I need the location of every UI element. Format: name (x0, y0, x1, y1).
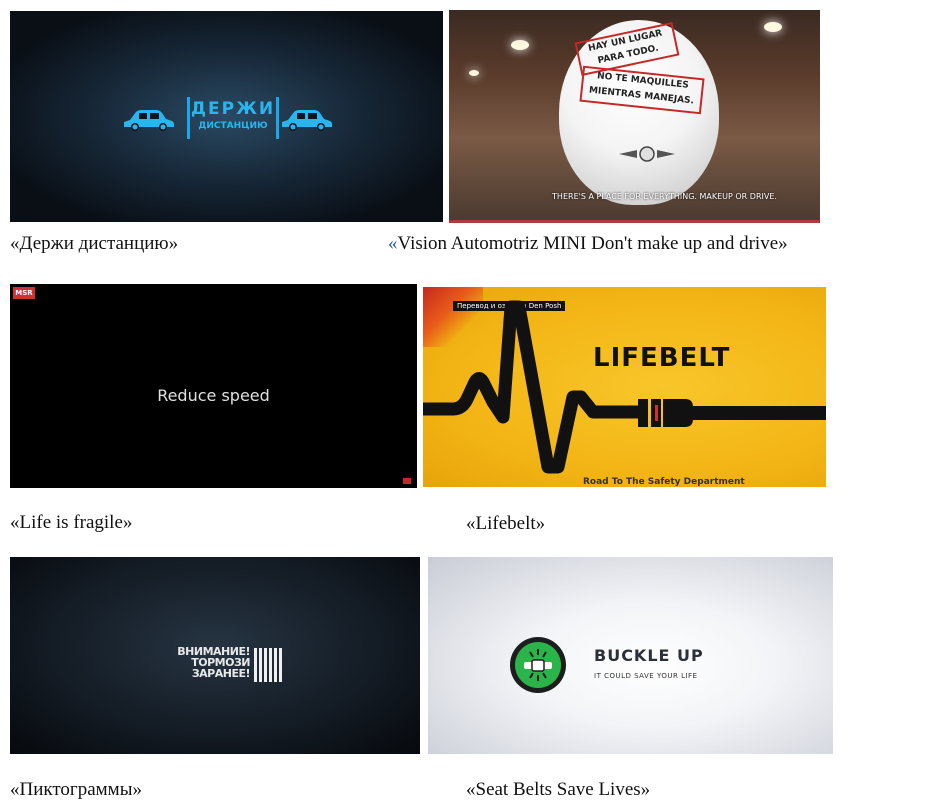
buckle-circle-icon (510, 637, 566, 693)
video-subtitle: THERE'S A PLACE FOR EVERYTHING. MAKEUP O… (552, 192, 777, 201)
corner-badge (403, 478, 411, 484)
buckle-up-title: BUCKLE UP (594, 646, 704, 665)
buckle-icon (524, 649, 552, 681)
brake-warning-text: ВНИМАНИЕ! ТОРМОЗИ ЗАРАНЕЕ! (138, 646, 250, 679)
caption-life-fragile: «Life is fragile» (10, 512, 133, 533)
car-icon (282, 110, 332, 131)
keep-distance-wordmark: ДЕРЖИ ДИСТАНЦИЮ (187, 97, 279, 139)
video-thumbnail-pictograms[interactable]: ВНИМАНИЕ! ТОРМОЗИ ЗАРАНЕЕ! (10, 557, 420, 754)
caption-seat-belts: «Seat Belts Save Lives» (466, 779, 651, 800)
video-thumbnail-lifebelt[interactable]: Перевод и озвучка Den Posh LIFEBELT Road… (423, 287, 826, 487)
reduce-speed-text: Reduce speed (157, 386, 270, 405)
ceiling-light (469, 70, 479, 76)
heartbeat-belt-icon (423, 300, 826, 474)
lifebelt-bottom-text: Road To The Safety Department (583, 477, 745, 487)
caption-lifebelt: «Lifebelt» (466, 513, 546, 534)
video-thumbnail-keep-distance[interactable]: ДЕРЖИ ДИСТАНЦИЮ (10, 11, 443, 222)
barcode-icon (254, 648, 292, 682)
caption-mini-makeup: «Vision Automotriz MINI Don't make up an… (388, 233, 788, 255)
wordmark-line1: ДЕРЖИ (190, 99, 276, 119)
caption-mini-makeup-text: Vision Automotriz MINI Don't make up and… (397, 233, 788, 254)
caption-keep-distance: «Держи дистанцию» (10, 233, 179, 254)
progress-bar (449, 220, 820, 223)
ceiling-light (764, 22, 782, 32)
wordmark-line2: ДИСТАНЦИЮ (198, 121, 268, 131)
video-thumbnail-seat-belts[interactable]: BUCKLE UP IT COULD SAVE YOUR LIFE (428, 557, 833, 754)
channel-logo: MSR (13, 287, 35, 299)
buckle-up-tagline: IT COULD SAVE YOUR LIFE (594, 672, 698, 680)
car-icon (124, 110, 174, 131)
caption-open-quote: « (388, 233, 398, 254)
mini-logo-icon (619, 146, 675, 162)
video-thumbnail-life-fragile[interactable]: MSR Reduce speed (10, 284, 417, 488)
caption-pictograms: «Пиктограммы» (10, 779, 142, 800)
ceiling-light (511, 40, 529, 50)
warning-line3: ЗАРАНЕЕ! (191, 667, 251, 680)
video-thumbnail-mini-makeup[interactable]: HAY UN LUGAR PARA TODO. NO TE MAQUILLES … (449, 10, 820, 223)
